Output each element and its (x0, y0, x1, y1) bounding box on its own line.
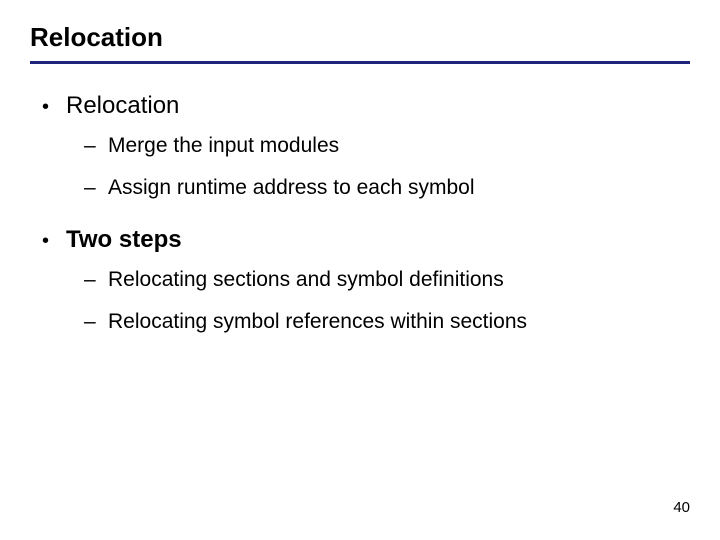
dash-icon: – (84, 310, 108, 334)
bullet-label: Relocation (66, 92, 179, 120)
dash-icon: – (84, 176, 108, 200)
sub-bullet-text: Relocating sections and symbol definitio… (108, 268, 504, 292)
page-number: 40 (673, 499, 690, 516)
bullet-two-steps: • Two steps (42, 226, 690, 254)
sub-bullet-text: Merge the input modules (108, 134, 339, 158)
sub-bullet: – Assign runtime address to each symbol (84, 176, 690, 200)
slide: Relocation • Relocation – Merge the inpu… (0, 0, 720, 540)
sub-list: – Relocating sections and symbol definit… (84, 268, 690, 334)
bullet-list: • Relocation – Merge the input modules –… (42, 92, 690, 334)
bullet-dot-icon: • (42, 95, 66, 119)
sub-bullet: – Relocating sections and symbol definit… (84, 268, 690, 292)
bullet-dot-icon: • (42, 229, 66, 253)
sub-bullet: – Merge the input modules (84, 134, 690, 158)
sub-bullet: – Relocating symbol references within se… (84, 310, 690, 334)
sub-list: – Merge the input modules – Assign runti… (84, 134, 690, 200)
sub-bullet-text: Relocating symbol references within sect… (108, 310, 527, 334)
slide-title: Relocation (30, 22, 690, 53)
bullet-relocation: • Relocation (42, 92, 690, 120)
bullet-label: Two steps (66, 226, 182, 254)
dash-icon: – (84, 134, 108, 158)
title-underline (30, 61, 690, 64)
dash-icon: – (84, 268, 108, 292)
sub-bullet-text: Assign runtime address to each symbol (108, 176, 475, 200)
